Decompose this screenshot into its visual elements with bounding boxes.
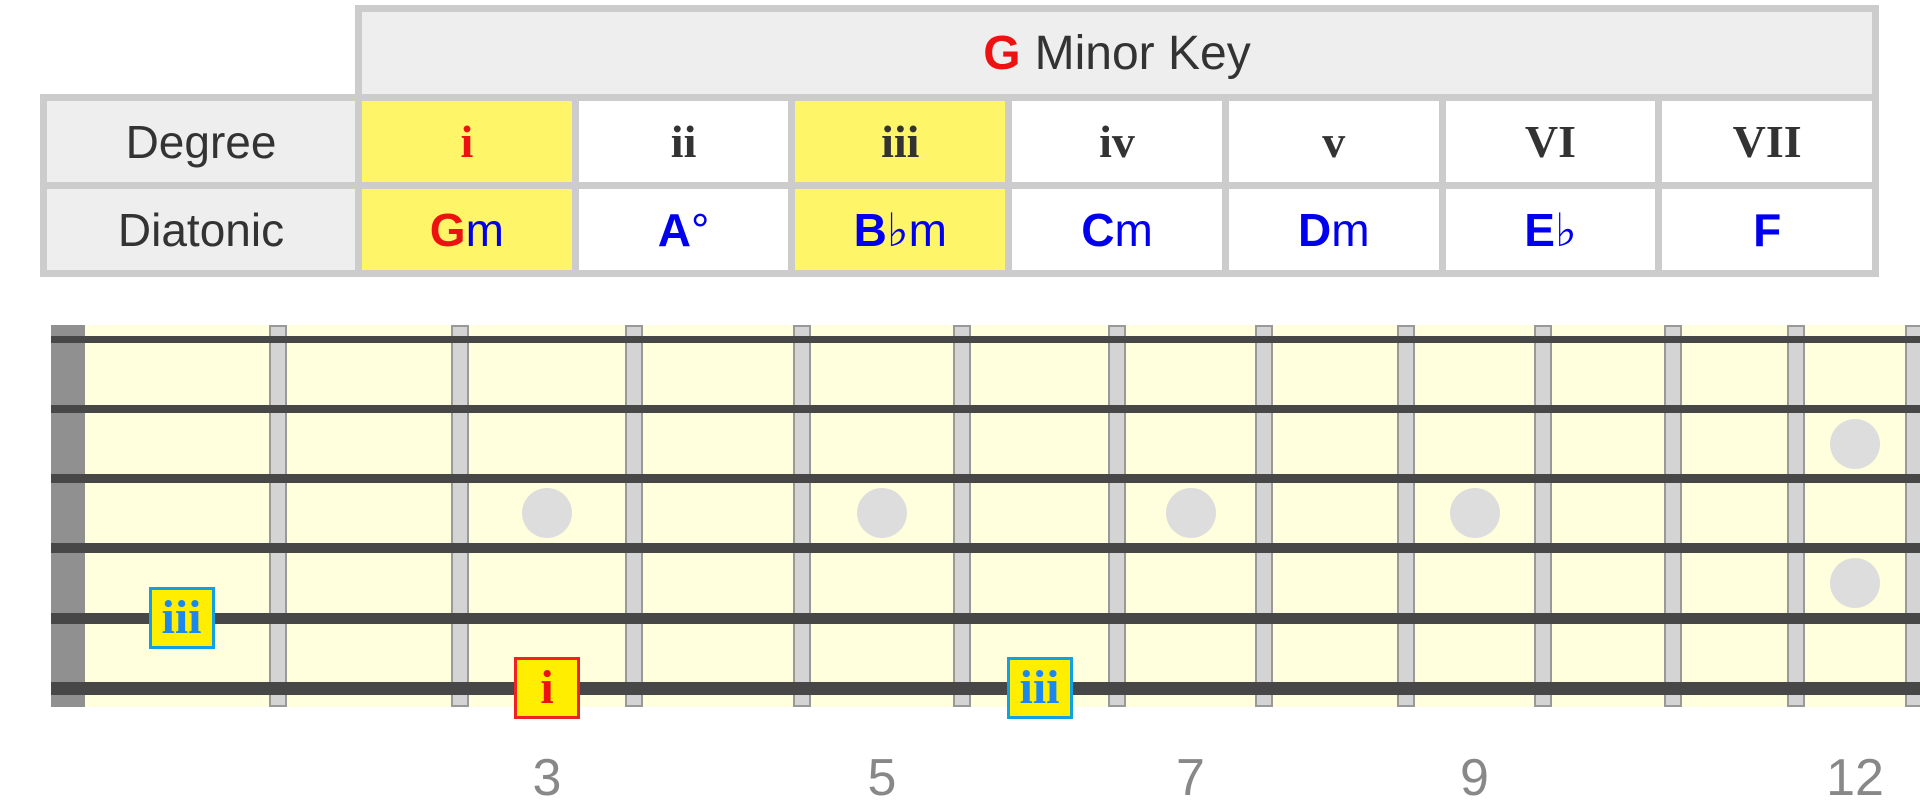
chord-name: F <box>1753 203 1781 257</box>
chord-root: G <box>429 203 466 256</box>
degree-label: VI <box>1524 116 1577 167</box>
fret-1 <box>269 325 287 707</box>
chord-root: C <box>1081 203 1115 256</box>
chord-cell-VII: F <box>1662 189 1873 270</box>
degree-label: VII <box>1732 116 1802 167</box>
chord-suffix: ♭ <box>1554 203 1577 256</box>
diatonic-row: Diatonic Gm A° B♭m Cm Dm E♭ F <box>47 189 1873 270</box>
string-E <box>51 681 1920 695</box>
chord-name: Dm <box>1298 203 1370 257</box>
fret-8 <box>1397 325 1415 707</box>
inlay-dot-fret-5 <box>857 488 907 538</box>
chord-root: A <box>657 203 691 256</box>
chord-cell-i: Gm <box>362 189 572 270</box>
fret-9 <box>1534 325 1552 707</box>
fret-number-5: 5 <box>867 749 897 807</box>
key-header-row: G Minor Key <box>355 5 1879 97</box>
fret-number-12: 12 <box>1826 749 1884 807</box>
fret-number-3: 3 <box>532 749 562 807</box>
chord-suffix: m <box>465 203 504 256</box>
string-G <box>51 473 1920 483</box>
inlay-dot-fret-3 <box>522 488 572 538</box>
fret-2 <box>451 325 469 707</box>
diatonic-row-label: Diatonic <box>47 189 355 270</box>
fret-3 <box>625 325 643 707</box>
chord-root: D <box>1297 203 1332 256</box>
fret-5 <box>953 325 971 707</box>
chord-suffix: m <box>1114 203 1153 256</box>
degree-label: ii <box>670 116 697 167</box>
inlay-dot-fret-7 <box>1165 488 1216 538</box>
chord-cell-iv: Cm <box>1012 189 1222 270</box>
degree-cell-v: v <box>1228 101 1439 182</box>
fret-12 <box>1905 325 1920 707</box>
chord-cell-VI: E♭ <box>1445 189 1656 270</box>
chord-suffix: m <box>1331 203 1370 256</box>
fret-11 <box>1787 325 1805 707</box>
key-grid: Degree i ii iii iv v VI VII Diatonic Gm A° B♭m Cm… <box>40 94 1879 277</box>
nut <box>51 325 85 707</box>
chord-name: Cm <box>1081 203 1153 257</box>
string-A <box>51 612 1920 624</box>
degree-cell-ii: ii <box>578 101 789 182</box>
degree-row-label: Degree <box>47 101 355 182</box>
degree-row: Degree i ii iii iv v VI VII <box>47 101 1873 182</box>
chord-name: E♭ <box>1524 203 1576 257</box>
degree-cell-i: i <box>362 101 572 182</box>
fret-number-9: 9 <box>1460 749 1489 807</box>
degree-cell-iv: iv <box>1012 101 1222 182</box>
inlay-dot-fret-12-1 <box>1830 418 1880 469</box>
key-title: G Minor Key <box>362 12 1872 94</box>
string-e <box>51 335 1920 343</box>
fretboard <box>51 325 1920 707</box>
chord-name: A° <box>658 203 710 257</box>
note-marker-iii[interactable]: iii <box>148 587 215 649</box>
degree-label: i <box>460 116 474 167</box>
fret-6 <box>1108 325 1126 707</box>
inlay-dot-fret-12-2 <box>1830 558 1880 608</box>
fret-7 <box>1255 325 1273 707</box>
degree-label: iv <box>1099 116 1135 167</box>
chord-cell-iii: B♭m <box>795 189 1006 270</box>
string-D <box>51 543 1920 553</box>
key-title-text: Minor Key <box>1034 26 1251 80</box>
chord-root: E <box>1524 203 1555 256</box>
key-title-root: G <box>983 26 1021 80</box>
chord-name: Gm <box>430 203 504 257</box>
degree-cell-iii: iii <box>795 101 1006 182</box>
fret-number-7: 7 <box>1176 749 1205 807</box>
chord-root: B <box>853 203 887 256</box>
degree-label: iii <box>881 116 920 167</box>
degree-cell-VII: VII <box>1662 101 1873 182</box>
chord-suffix: ♭m <box>886 203 947 256</box>
degree-label: v <box>1322 116 1346 167</box>
chord-cell-v: Dm <box>1228 189 1439 270</box>
fret-10 <box>1664 325 1682 707</box>
degree-cell-VI: VI <box>1445 101 1656 182</box>
chord-name: B♭m <box>854 203 947 257</box>
chord-cell-ii: A° <box>578 189 789 270</box>
chord-suffix: ° <box>690 203 710 256</box>
inlay-dot-fret-9 <box>1449 488 1500 538</box>
note-marker-i[interactable]: i <box>514 657 580 719</box>
fret-4 <box>793 325 811 707</box>
string-B <box>51 405 1920 413</box>
note-marker-iii[interactable]: iii <box>1006 657 1073 719</box>
chord-root: F <box>1753 203 1782 256</box>
